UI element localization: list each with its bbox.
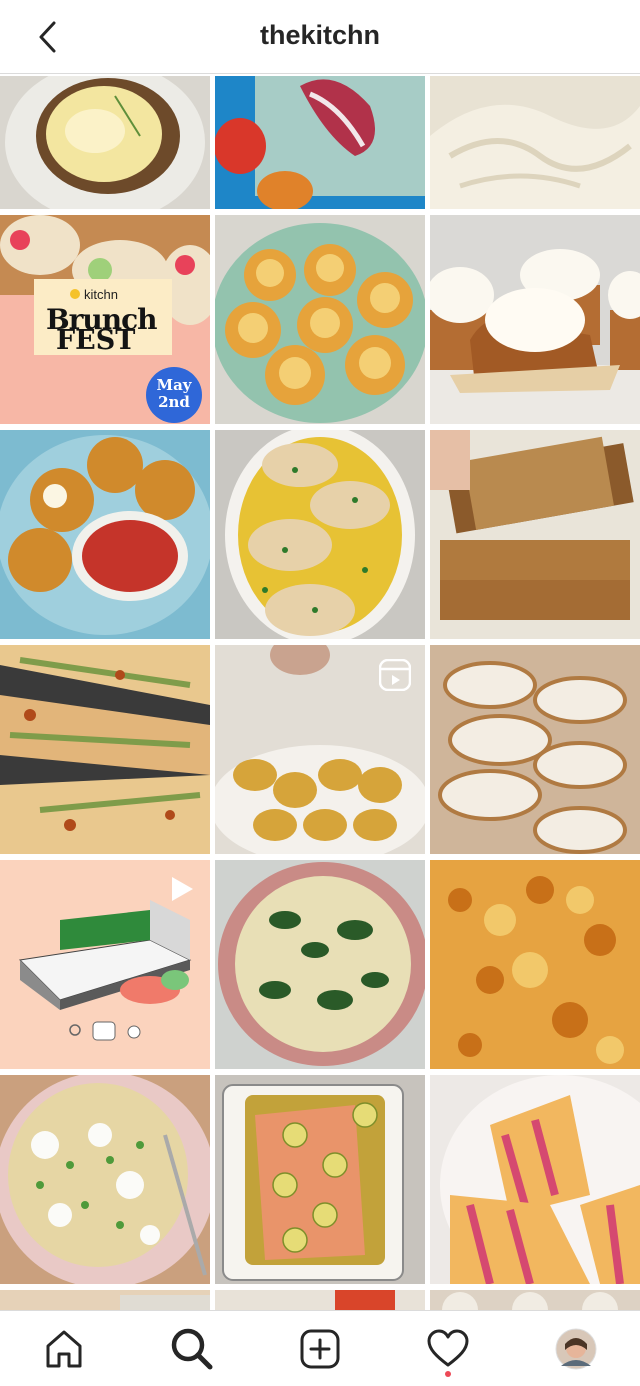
- tab-home[interactable]: [40, 1325, 88, 1373]
- grid-post-chicken-bake[interactable]: [215, 430, 425, 639]
- grid-post-rhubarb-cake[interactable]: [430, 1075, 640, 1284]
- new-post-icon: [300, 1329, 340, 1369]
- grid-post-potato-stacks[interactable]: [215, 215, 425, 424]
- grid-post-egg-toast[interactable]: [0, 76, 210, 209]
- grid-post-orzo-spinach[interactable]: [215, 860, 425, 1069]
- tab-search[interactable]: [168, 1325, 216, 1373]
- promo-card: kitchn Brunch FEST: [34, 279, 172, 356]
- top-app-bar: thekitchn: [0, 0, 640, 74]
- reels-icon: [379, 659, 411, 691]
- grid-post-gnocchi-reel[interactable]: [215, 645, 425, 854]
- page-title: thekitchn: [259, 20, 380, 50]
- tab-create[interactable]: [296, 1325, 344, 1373]
- promo-headline-2: FEST: [56, 325, 136, 356]
- grid-post-cheesy-bake[interactable]: [430, 860, 640, 1069]
- notification-dot: [445, 1371, 451, 1377]
- tab-profile[interactable]: [552, 1325, 600, 1373]
- grid-post-partial-1[interactable]: [0, 1290, 210, 1310]
- tab-activity[interactable]: [424, 1325, 472, 1377]
- grid-post-partial-2[interactable]: [215, 1290, 425, 1310]
- reels-play-icon: [172, 877, 193, 901]
- grid-post-asparagus-pizza[interactable]: [0, 645, 210, 854]
- profile-avatar: [555, 1328, 597, 1370]
- promo-logo: kitchn: [84, 287, 118, 302]
- grid-post-brunch-fest[interactable]: kitchn Brunch FEST May 2nd: [0, 215, 210, 424]
- search-icon: [171, 1328, 213, 1370]
- date-badge: May 2nd: [146, 367, 202, 423]
- home-icon: [46, 1330, 82, 1368]
- badge-day: 2nd: [158, 393, 190, 411]
- grid-post-kitchen-illustration[interactable]: [0, 860, 210, 1069]
- grid-post-partial-3[interactable]: [430, 1290, 640, 1310]
- grid-post-banana-bread[interactable]: [430, 430, 640, 639]
- bottom-tab-bar: [0, 1310, 640, 1386]
- grid-post-cupcakes[interactable]: [430, 215, 640, 424]
- grid-post-spaghetti-peas[interactable]: [0, 1075, 210, 1284]
- grid-post-salmon-lime[interactable]: [215, 1075, 425, 1284]
- grid-post-arancini[interactable]: [0, 430, 210, 639]
- grid-post-radicchio[interactable]: [215, 76, 425, 209]
- post-grid: kitchn Brunch FEST May 2nd: [0, 76, 640, 1310]
- kitchn-logo-icon: [70, 289, 80, 299]
- heart-icon: [427, 1329, 469, 1367]
- grid-post-frosting[interactable]: [430, 76, 640, 209]
- badge-month: May: [156, 376, 192, 394]
- grid-post-bread-rolls[interactable]: [430, 645, 640, 854]
